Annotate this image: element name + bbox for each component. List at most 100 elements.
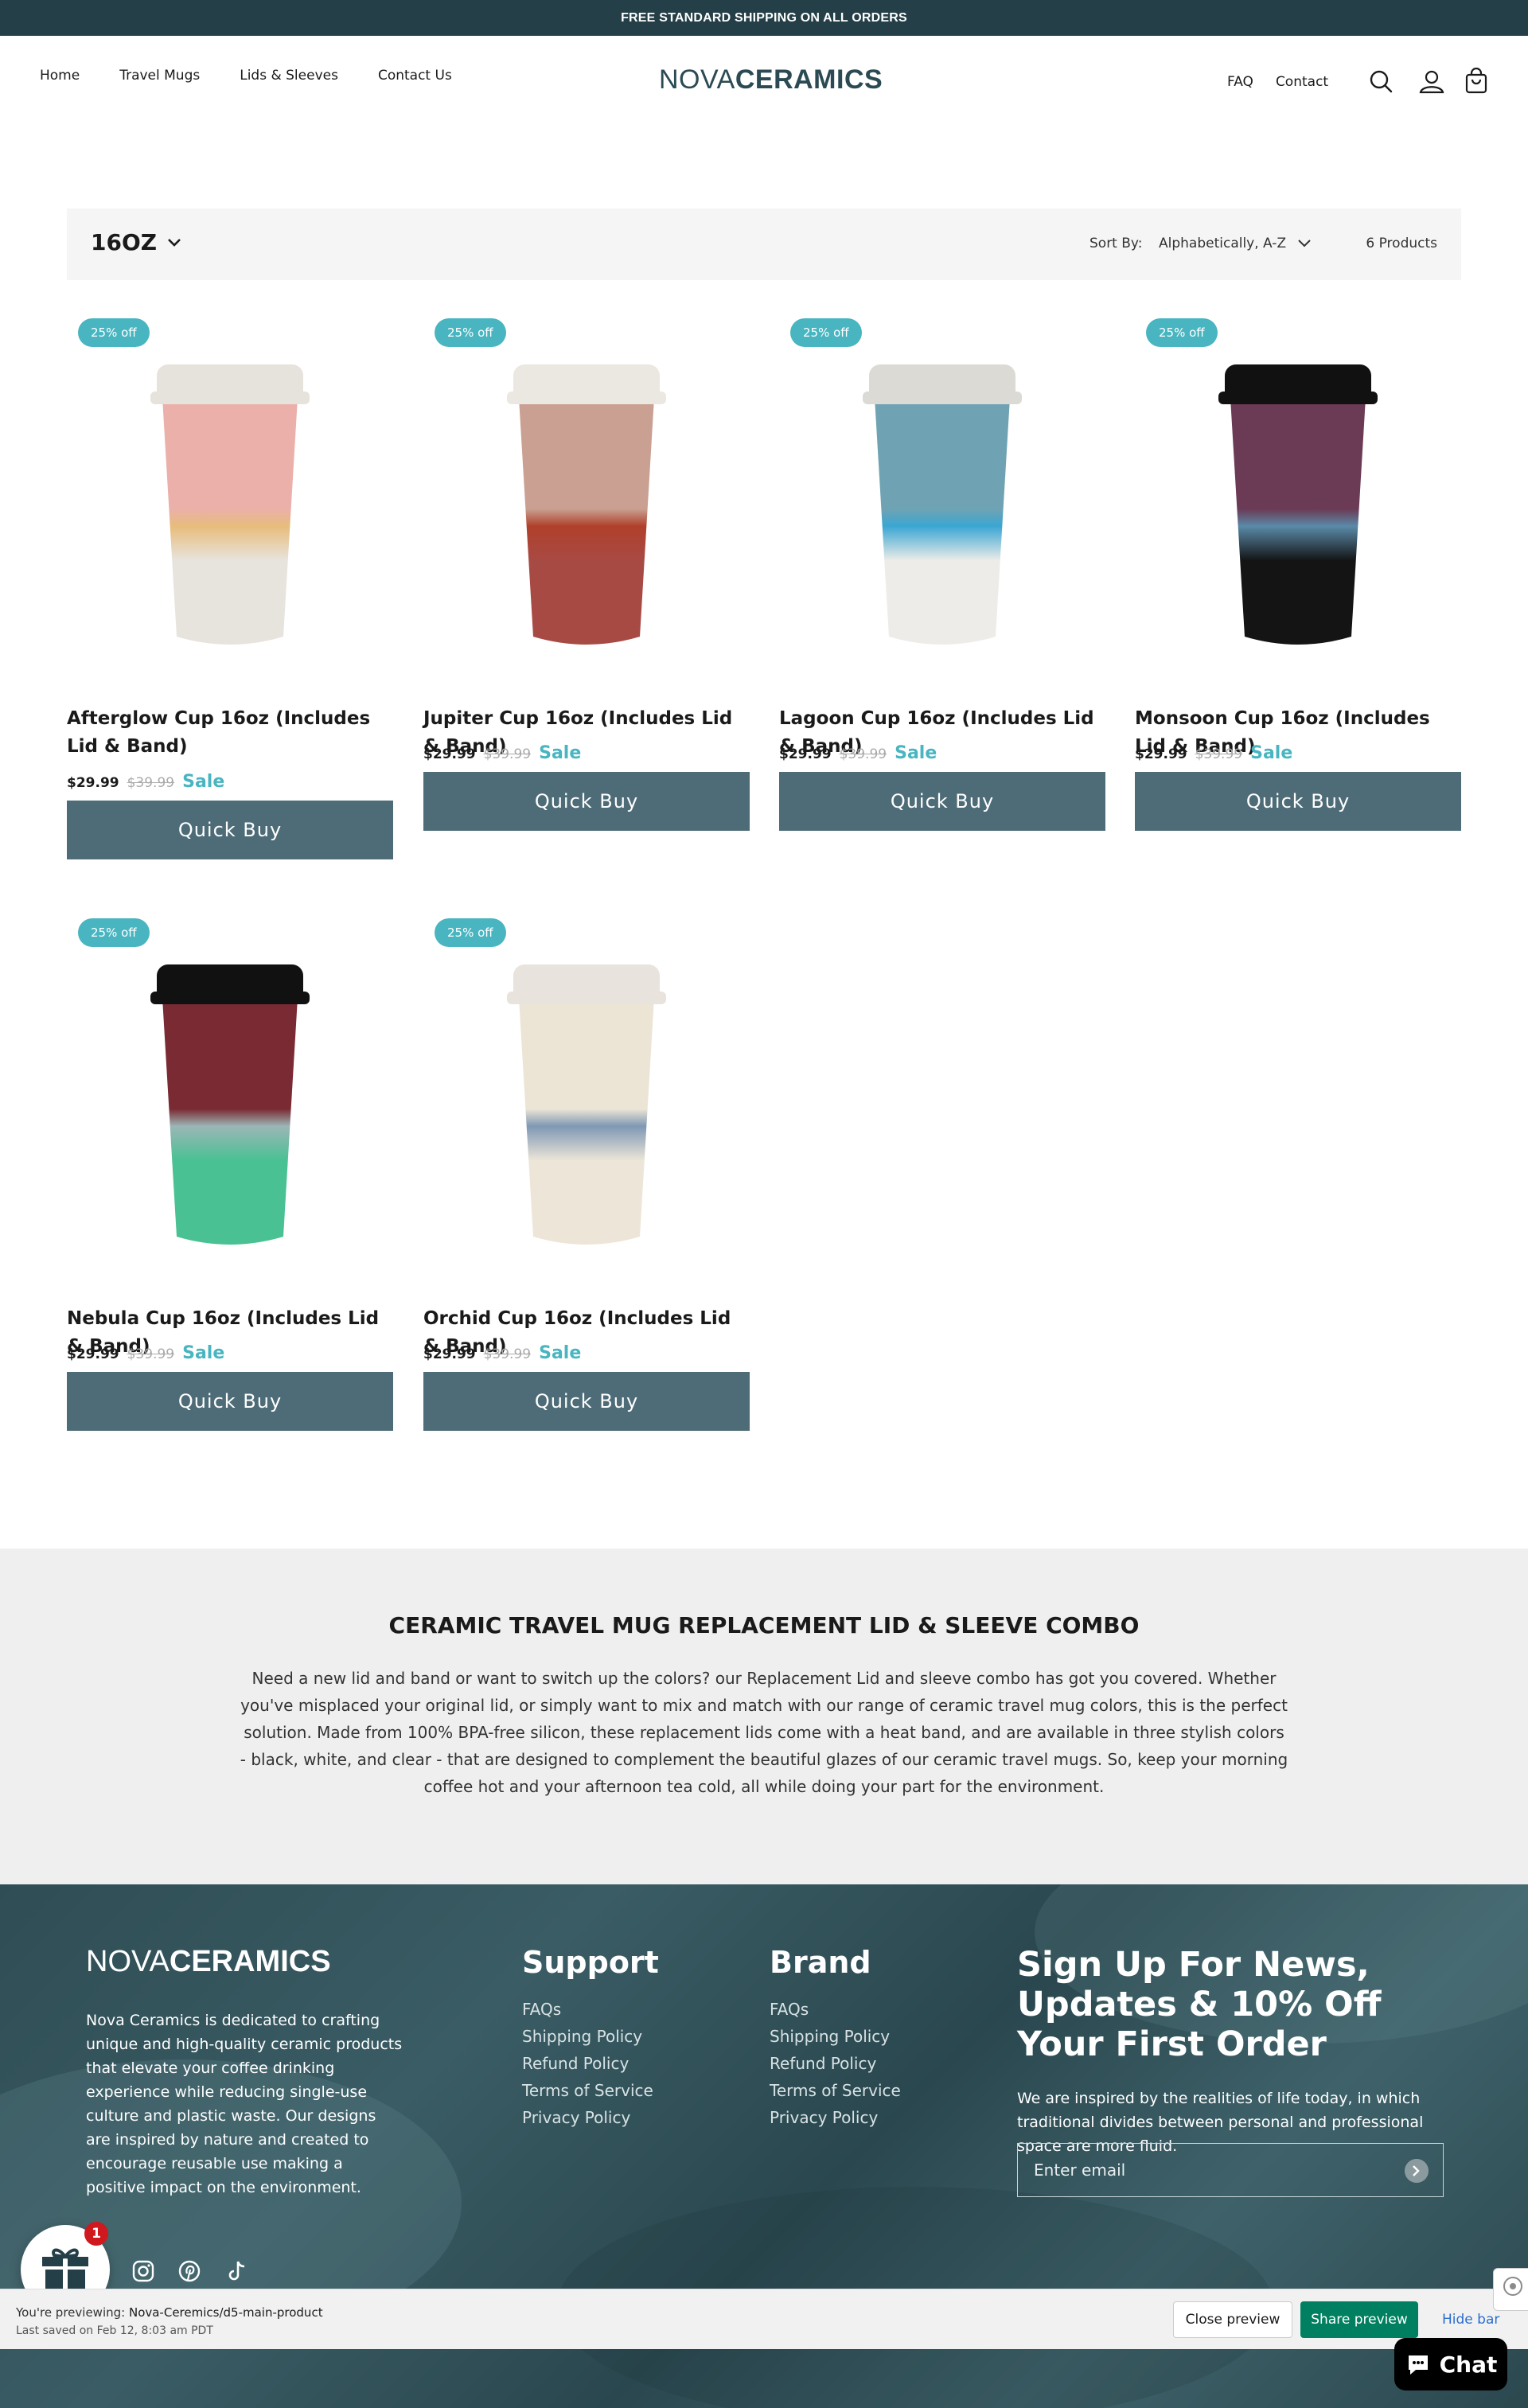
- quick-buy-button[interactable]: Quick Buy: [67, 1372, 393, 1431]
- chevron-down-icon: [168, 238, 181, 247]
- nav-contact-us[interactable]: Contact Us: [378, 68, 452, 84]
- email-placeholder: Enter email: [1034, 2161, 1126, 2180]
- footer-support-link-terms[interactable]: Terms of Service: [522, 2077, 659, 2104]
- hide-bar-link[interactable]: Hide bar: [1442, 2312, 1499, 2328]
- newsletter-email-input[interactable]: Enter email: [1017, 2143, 1444, 2197]
- widget-circle-icon: [1503, 2277, 1522, 2296]
- discount-badge: 25% off: [790, 318, 862, 347]
- footer-brand-link-faqs[interactable]: FAQs: [770, 1996, 901, 2023]
- tiktok-icon[interactable]: [224, 2258, 250, 2284]
- footer-logo-bold: CERAMICS: [169, 1945, 331, 1978]
- compare-price: $39.99: [483, 746, 532, 762]
- preview-theme-line: You're previewing: Nova-Ceremics/d5-main…: [16, 2305, 323, 2320]
- sale-price: $29.99: [1135, 746, 1187, 762]
- arrow-right-icon[interactable]: [1405, 2159, 1429, 2183]
- description-body: Need a new lid and band or want to switc…: [240, 1669, 1288, 1796]
- product-image[interactable]: [1135, 318, 1461, 684]
- sale-label: Sale: [539, 743, 582, 763]
- collection-description-section: CERAMIC TRAVEL MUG REPLACEMENT LID & SLE…: [0, 1549, 1528, 1884]
- site-logo[interactable]: NOVACERAMICS: [659, 64, 883, 95]
- sale-price: $29.99: [423, 746, 476, 762]
- footer-brand-column: Brand FAQs Shipping Policy Refund Policy…: [770, 1945, 901, 2131]
- footer-support-link-privacy[interactable]: Privacy Policy: [522, 2104, 659, 2131]
- sale-price: $29.99: [67, 775, 119, 791]
- sort-select[interactable]: Alphabetically, A-Z: [1159, 236, 1312, 251]
- accessibility-widget[interactable]: [1493, 2268, 1528, 2311]
- discount-badge: 25% off: [78, 318, 150, 347]
- collection-filter-dropdown[interactable]: 16OZ: [91, 229, 182, 255]
- preview-saved-time: Last saved on Feb 12, 8:03 am PDT: [16, 2324, 213, 2337]
- quick-buy-button[interactable]: Quick Buy: [423, 772, 750, 831]
- footer-support-heading: Support: [522, 1945, 659, 1980]
- footer-support-link-shipping[interactable]: Shipping Policy: [522, 2023, 659, 2050]
- footer-brand-link-privacy[interactable]: Privacy Policy: [770, 2104, 901, 2131]
- nav-contact[interactable]: Contact: [1276, 74, 1328, 90]
- product-image[interactable]: [67, 918, 393, 1284]
- price-row: $29.99 $39.99 Sale: [423, 1343, 581, 1363]
- chat-button[interactable]: Chat: [1394, 2338, 1507, 2390]
- price-row: $29.99 $39.99 Sale: [423, 743, 581, 763]
- rewards-count-badge: 1: [84, 2222, 108, 2246]
- footer-brand-heading: Brand: [770, 1945, 871, 1980]
- cart-icon[interactable]: [1463, 68, 1490, 95]
- logo-light: NOVA: [659, 64, 735, 95]
- quick-buy-button[interactable]: Quick Buy: [1135, 772, 1461, 831]
- price-row: $29.99 $39.99 Sale: [67, 1343, 224, 1363]
- chat-bubble-icon: [1408, 2355, 1428, 2375]
- product-image[interactable]: [67, 318, 393, 684]
- preview-theme-name: Nova-Ceremics/d5-main-product: [128, 2305, 323, 2320]
- nav-travel-mugs[interactable]: Travel Mugs: [119, 68, 200, 84]
- compare-price: $39.99: [127, 1346, 175, 1362]
- newsletter-heading: Sign Up For News, Updates & 10% Off Your…: [1017, 1945, 1382, 2064]
- preview-prefix: You're previewing:: [16, 2305, 129, 2320]
- nav-lids-sleeves[interactable]: Lids & Sleeves: [240, 68, 338, 84]
- share-preview-button[interactable]: Share preview: [1300, 2301, 1418, 2338]
- discount-badge: 25% off: [78, 918, 150, 947]
- product-title[interactable]: Afterglow Cup 16oz (Includes Lid & Band): [67, 705, 393, 761]
- quick-buy-button[interactable]: Quick Buy: [67, 801, 393, 859]
- newsletter-block: Sign Up For News, Updates & 10% Off Your…: [1017, 1945, 1463, 2158]
- product-image[interactable]: [423, 918, 750, 1284]
- footer-support-column: Support FAQs Shipping Policy Refund Poli…: [522, 1945, 659, 2131]
- search-icon[interactable]: [1367, 68, 1394, 95]
- compare-price: $39.99: [1195, 746, 1243, 762]
- product-image[interactable]: [779, 318, 1105, 684]
- sale-label: Sale: [1250, 743, 1293, 763]
- discount-badge: 25% off: [435, 318, 506, 347]
- sale-label: Sale: [182, 1343, 225, 1363]
- sale-label: Sale: [895, 743, 937, 763]
- product-image[interactable]: [423, 318, 750, 684]
- close-preview-button[interactable]: Close preview: [1173, 2301, 1292, 2338]
- announcement-text: FREE STANDARD SHIPPING ON ALL ORDERS: [621, 10, 907, 25]
- sale-price: $29.99: [779, 746, 832, 762]
- compare-price: $39.99: [127, 775, 175, 791]
- compare-price: $39.99: [839, 746, 887, 762]
- compare-price: $39.99: [483, 1346, 532, 1362]
- nav-faq[interactable]: FAQ: [1227, 74, 1253, 90]
- footer-support-link-faqs[interactable]: FAQs: [522, 1996, 659, 2023]
- quick-buy-button[interactable]: Quick Buy: [779, 772, 1105, 831]
- account-icon[interactable]: [1418, 68, 1445, 95]
- nav-home[interactable]: Home: [40, 68, 80, 84]
- footer-support-link-refund[interactable]: Refund Policy: [522, 2050, 659, 2077]
- footer-logo[interactable]: NOVACERAMICS: [86, 1945, 331, 1979]
- footer-brand-link-refund[interactable]: Refund Policy: [770, 2050, 901, 2077]
- product-count: 6 Products: [1366, 236, 1437, 251]
- sale-price: $29.99: [67, 1346, 119, 1362]
- footer-brand-link-terms[interactable]: Terms of Service: [770, 2077, 901, 2104]
- footer-brand-link-shipping[interactable]: Shipping Policy: [770, 2023, 901, 2050]
- quick-buy-button[interactable]: Quick Buy: [423, 1372, 750, 1431]
- chat-label: Chat: [1439, 2351, 1498, 2378]
- collection-title: 16OZ: [91, 229, 158, 255]
- price-row: $29.99 $39.99 Sale: [67, 772, 224, 792]
- sort-label: Sort By:: [1089, 236, 1143, 251]
- sale-price: $29.99: [423, 1346, 476, 1362]
- instagram-icon[interactable]: [131, 2258, 156, 2284]
- logo-bold: CERAMICS: [735, 64, 883, 95]
- price-row: $29.99 $39.99 Sale: [779, 743, 937, 763]
- pinterest-icon[interactable]: [177, 2258, 202, 2284]
- sort-value: Alphabetically, A-Z: [1159, 236, 1287, 251]
- utility-nav: FAQ Contact: [1227, 74, 1328, 90]
- sale-label: Sale: [539, 1343, 582, 1363]
- description-heading: CERAMIC TRAVEL MUG REPLACEMENT LID & SLE…: [388, 1612, 1140, 1638]
